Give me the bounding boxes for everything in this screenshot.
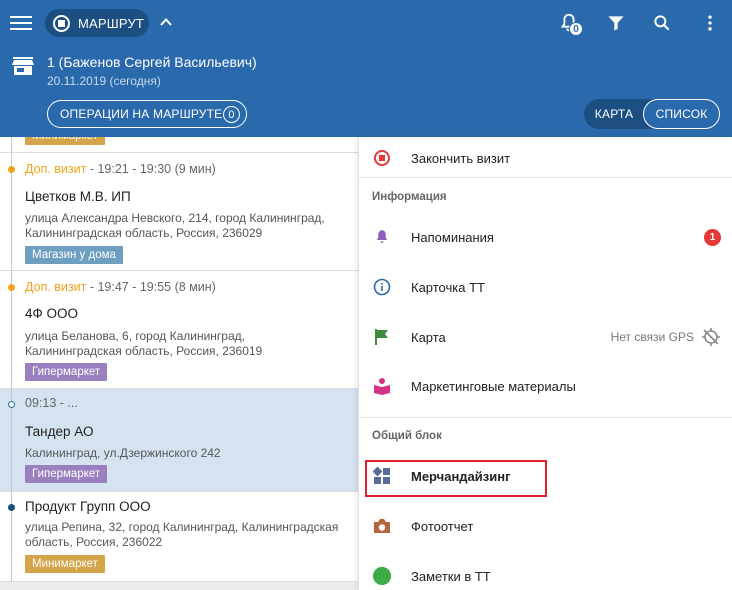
map-label: Карта [411,329,446,345]
notification-count: 0 [569,22,583,36]
notifications-button[interactable]: 0 [556,10,583,36]
route-selector[interactable]: МАРШРУТ [45,9,149,37]
reminders-badge: 1 [704,228,721,246]
visit-time: - 19:47 - 19:55 (8 мин) [86,280,216,294]
store-address: улица Беланова, 6, город Калининград, Ка… [25,329,263,358]
search-icon [654,15,670,31]
route-operations-button[interactable]: ОПЕРАЦИИ НА МАРШРУТЕ 0 [47,100,247,128]
route-stop-icon [53,14,70,32]
visit-list[interactable]: Минимаркет Доп. визит - 19:21 - 19:30 (9… [0,137,358,590]
list-item[interactable]: Продукт Групп ООО улица Репина, 32, горо… [0,492,358,582]
store-icon [12,57,34,75]
notes-circle-icon [372,566,392,586]
visit-type: Доп. визит [25,280,87,294]
visit-actions-menu: Закончить визит Информация Напоминания 1… [358,137,732,590]
filter-button[interactable] [603,10,629,36]
photo-report-label: Фотоотчет [411,518,474,534]
outlet-notes-label: Заметки в ТТ [411,568,491,584]
search-button[interactable] [649,10,675,36]
visit-status-dot [8,504,15,511]
camera-icon [372,516,392,536]
visit-type: Доп. визит [25,162,87,176]
list-item[interactable]: Доп. визит - 19:47 - 19:55 (8 мин) 4Ф ОО… [0,271,358,389]
route-label: МАРШРУТ [78,15,145,31]
highlight-box [365,460,547,497]
chevron-up-icon[interactable] [158,14,174,30]
visit-status-dot [8,166,15,173]
store-name: Цветков М.В. ИП [25,189,131,204]
marketing-materials-item[interactable]: Маркетинговые материалы [359,361,732,411]
outlet-card-item[interactable]: Карточка ТТ [359,262,732,312]
more-button[interactable] [697,10,723,36]
filter-icon [608,16,624,31]
menu-icon[interactable] [10,13,32,33]
bell-icon [372,227,392,247]
tab-map[interactable]: КАРТА [584,107,644,121]
section-info-header: Информация [372,191,447,203]
list-item[interactable]: Доп. визит - 19:21 - 19:30 (9 мин) Цветк… [0,153,358,271]
gps-off-icon [702,328,720,346]
stop-circle-icon [372,148,392,168]
store-type-tag: Магазин у дома [25,246,123,264]
finish-visit-label: Закончить визит [411,150,511,166]
store-address: улица Александра Невского, 214, город Ка… [25,211,325,240]
visit-status-dot [8,401,15,408]
reminders-label: Напоминания [411,229,494,245]
store-name: Продукт Групп ООО [25,499,151,514]
store-name: Тандер АО [25,424,94,439]
store-type-tag: Гипермаркет [25,363,108,381]
route-date: 20.11.2019 (сегодня) [47,74,161,88]
store-address: улица Репина, 32, город Калининград, Кал… [25,520,339,549]
marketing-materials-label: Маркетинговые материалы [411,378,576,394]
section-common-header: Общий блок [372,430,442,442]
view-toggle: КАРТА СПИСОК [584,99,720,129]
reminders-item[interactable]: Напоминания 1 [359,212,732,262]
outlet-notes-item[interactable]: Заметки в ТТ [359,551,732,590]
list-item-selected[interactable]: 09:13 - ... Тандер АО Калининград, ул.Дз… [0,389,358,492]
photo-report-item[interactable]: Фотоотчет [359,501,732,551]
store-name: 4Ф ООО [25,306,79,321]
outlet-card-label: Карточка ТТ [411,279,485,295]
app-header: МАРШРУТ 0 1 (Баженов Сергей Васильевич) … [0,0,732,137]
route-title: 1 (Баженов Сергей Васильевич) [47,54,257,70]
store-type-tag: Минимаркет [25,137,105,145]
flag-icon [372,327,392,347]
book-reader-icon [372,376,392,396]
store-type-tag: Гипермаркет [25,465,108,483]
visit-status-dot [8,284,15,291]
more-vert-icon [708,15,712,31]
visit-time: - 19:21 - 19:30 (9 мин) [86,162,216,176]
route-operations-label: ОПЕРАЦИИ НА МАРШРУТЕ [60,107,223,121]
list-item[interactable]: Минимаркет [0,137,358,153]
gps-status: Нет связи GPS [610,330,694,344]
store-type-tag: Минимаркет [25,555,105,573]
route-operations-count: 0 [223,106,240,123]
store-address: Калининград, ул.Дзержинского 242 [25,446,221,460]
tab-list[interactable]: СПИСОК [643,99,720,129]
map-item[interactable]: Карта Нет связи GPS [359,312,732,362]
visit-time: 09:13 - ... [25,396,78,410]
info-icon [372,277,392,297]
